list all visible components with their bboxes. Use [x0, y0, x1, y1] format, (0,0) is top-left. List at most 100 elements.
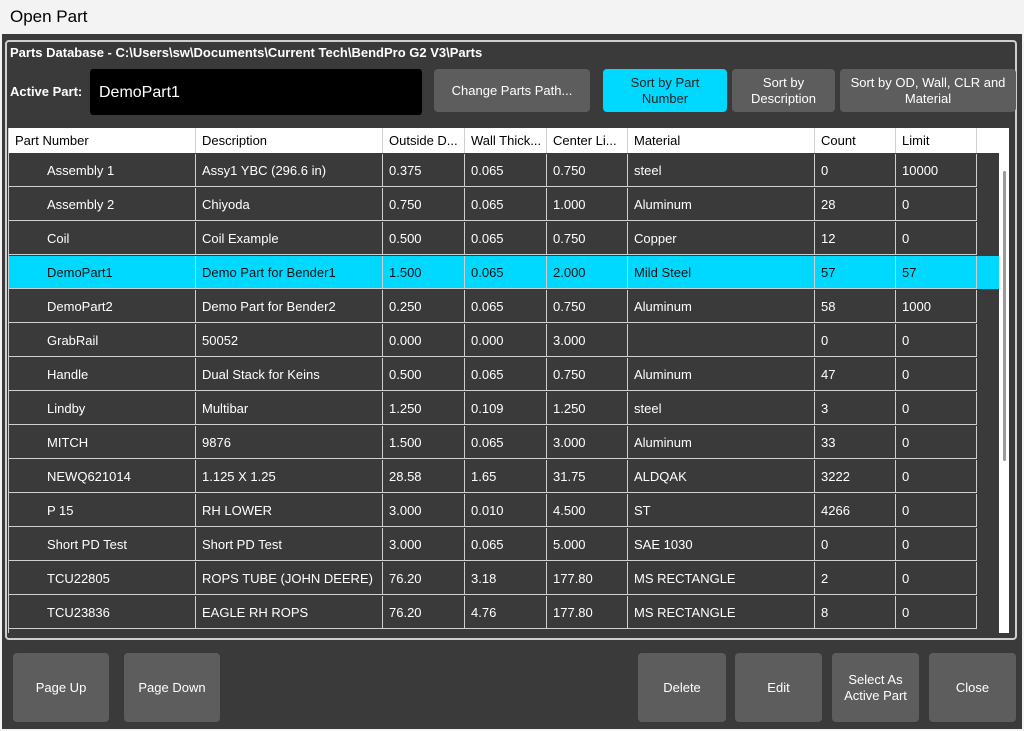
cell-part-number: MITCH [9, 426, 196, 459]
cell-center-line: 3.000 [547, 426, 628, 459]
cell-outside-diameter: 3.000 [383, 528, 465, 561]
cell-center-line: 2.000 [547, 256, 628, 289]
sort-by-od-wall-clr-material-button[interactable]: Sort by OD, Wall, CLR and Material [840, 69, 1016, 112]
table-row[interactable]: NEWQ621014 1.125 X 1.25 28.58 1.65 31.75 ALDQ… [9, 460, 999, 493]
delete-button[interactable]: Delete [638, 653, 726, 722]
cell-material: Aluminum [628, 290, 815, 323]
page-up-button[interactable]: Page Up [13, 653, 109, 722]
column-header-part-number[interactable]: Part Number [9, 128, 196, 153]
cell-description: ROPS TUBE (JOHN DEERE) [196, 562, 383, 595]
close-button[interactable]: Close [929, 653, 1016, 722]
cell-center-line: 0.750 [547, 358, 628, 391]
cell-outside-diameter: 0.250 [383, 290, 465, 323]
cell-center-line: 177.80 [547, 562, 628, 595]
table-row[interactable]: Short PD Test Short PD Test 3.000 0.065 5.00… [9, 528, 999, 561]
cell-outside-diameter: 1.500 [383, 256, 465, 289]
window-title: Open Part [10, 7, 88, 26]
cell-outside-diameter: 28.58 [383, 460, 465, 493]
cell-count: 2 [815, 562, 896, 595]
cell-outside-diameter: 1.250 [383, 392, 465, 425]
cell-description: EAGLE RH ROPS [196, 596, 383, 629]
cell-outside-diameter: 0.500 [383, 222, 465, 255]
cell-part-number: DemoPart2 [9, 290, 196, 323]
table-row[interactable]: Handle Dual Stack for Keins 0.500 0.065 0.75… [9, 358, 999, 391]
cell-center-line: 3.000 [547, 324, 628, 357]
cell-center-line: 1.250 [547, 392, 628, 425]
table-row[interactable]: GrabRail 50052 0.000 0.000 3.000 0 0 [9, 324, 999, 357]
column-header-description[interactable]: Description [196, 128, 383, 153]
cell-part-number: Handle [9, 358, 196, 391]
table-header: Part Number Description Outside D... Wal… [9, 128, 1009, 153]
cell-description: Chiyoda [196, 188, 383, 221]
cell-center-line: 1.000 [547, 188, 628, 221]
sort-by-part-number-button[interactable]: Sort by Part Number [603, 69, 727, 112]
cell-material: MS RECTANGLE [628, 562, 815, 595]
scrollbar-thumb[interactable] [1003, 171, 1006, 461]
cell-center-line: 0.750 [547, 290, 628, 323]
cell-limit: 0 [896, 222, 977, 255]
column-header-limit[interactable]: Limit [896, 128, 977, 153]
cell-count: 3 [815, 392, 896, 425]
column-header-material[interactable]: Material [628, 128, 815, 153]
cell-outside-diameter: 0.000 [383, 324, 465, 357]
cell-material: ALDQAK [628, 460, 815, 493]
column-header-center-line[interactable]: Center Li... [547, 128, 628, 153]
select-as-active-part-button[interactable]: Select As Active Part [832, 653, 919, 722]
cell-material [628, 324, 815, 357]
active-part-field[interactable]: DemoPart1 [90, 69, 422, 115]
sort-by-description-button[interactable]: Sort by Description [732, 69, 835, 112]
cell-count: 28 [815, 188, 896, 221]
table-row[interactable]: P 15 RH LOWER 3.000 0.010 4.500 ST 4266 0 [9, 494, 999, 527]
column-header-wall-thickness[interactable]: Wall Thick... [465, 128, 547, 153]
cell-wall-thickness: 0.065 [465, 256, 547, 289]
cell-description: Coil Example [196, 222, 383, 255]
table-row[interactable]: Lindby Multibar 1.250 0.109 1.250 steel 3 0 [9, 392, 999, 425]
cell-count: 47 [815, 358, 896, 391]
table-row[interactable]: TCU23836 EAGLE RH ROPS 76.20 4.76 177.80 MS R… [9, 596, 999, 629]
table-row[interactable]: Assembly 2 Chiyoda 0.750 0.065 1.000 Aluminum… [9, 188, 999, 221]
change-parts-path-button[interactable]: Change Parts Path... [434, 69, 590, 112]
column-header-count[interactable]: Count [815, 128, 896, 153]
table-row[interactable]: Coil Coil Example 0.500 0.065 0.750 Copper 12 0 [9, 222, 999, 255]
page-down-button[interactable]: Page Down [124, 653, 220, 722]
table-row[interactable]: MITCH 9876 1.500 0.065 3.000 Aluminum 33 0 [9, 426, 999, 459]
table-scrollbar[interactable] [999, 153, 1009, 633]
cell-count: 0 [815, 528, 896, 561]
cell-material: Copper [628, 222, 815, 255]
column-header-outside-diameter[interactable]: Outside D... [383, 128, 465, 153]
cell-description: 1.125 X 1.25 [196, 460, 383, 493]
parts-table: Part Number Description Outside D... Wal… [8, 128, 1009, 633]
cell-part-number: Lindby [9, 392, 196, 425]
edit-button[interactable]: Edit [735, 653, 822, 722]
cell-wall-thickness: 0.065 [465, 426, 547, 459]
cell-count: 58 [815, 290, 896, 323]
cell-count: 57 [815, 256, 896, 289]
cell-limit: 0 [896, 358, 977, 391]
cell-wall-thickness: 0.065 [465, 290, 547, 323]
table-row[interactable]: DemoPart1 Demo Part for Bender1 1.500 0.065… [9, 256, 999, 289]
cell-outside-diameter: 0.500 [383, 358, 465, 391]
cell-outside-diameter: 0.375 [383, 154, 465, 187]
cell-center-line: 0.750 [547, 154, 628, 187]
table-row[interactable]: Assembly 1 Assy1 YBC (296.6 in) 0.375 0.065… [9, 154, 999, 187]
cell-outside-diameter: 0.750 [383, 188, 465, 221]
cell-limit: 57 [896, 256, 977, 289]
cell-count: 3222 [815, 460, 896, 493]
cell-count: 0 [815, 154, 896, 187]
table-row[interactable]: DemoPart2 Demo Part for Bender2 0.250 0.065… [9, 290, 999, 323]
cell-limit: 0 [896, 460, 977, 493]
cell-limit: 0 [896, 324, 977, 357]
title-bar: Open Part [0, 0, 1024, 34]
table-row[interactable]: TCU22805 ROPS TUBE (JOHN DEERE) 76.20 3.18 1… [9, 562, 999, 595]
cell-part-number: GrabRail [9, 324, 196, 357]
cell-part-number: TCU23836 [9, 596, 196, 629]
cell-material: Aluminum [628, 426, 815, 459]
cell-wall-thickness: 0.000 [465, 324, 547, 357]
cell-material: steel [628, 392, 815, 425]
cell-material: MS RECTANGLE [628, 596, 815, 629]
cell-limit: 1000 [896, 290, 977, 323]
cell-part-number: NEWQ621014 [9, 460, 196, 493]
cell-wall-thickness: 4.76 [465, 596, 547, 629]
cell-part-number: Assembly 1 [9, 154, 196, 187]
cell-limit: 0 [896, 562, 977, 595]
